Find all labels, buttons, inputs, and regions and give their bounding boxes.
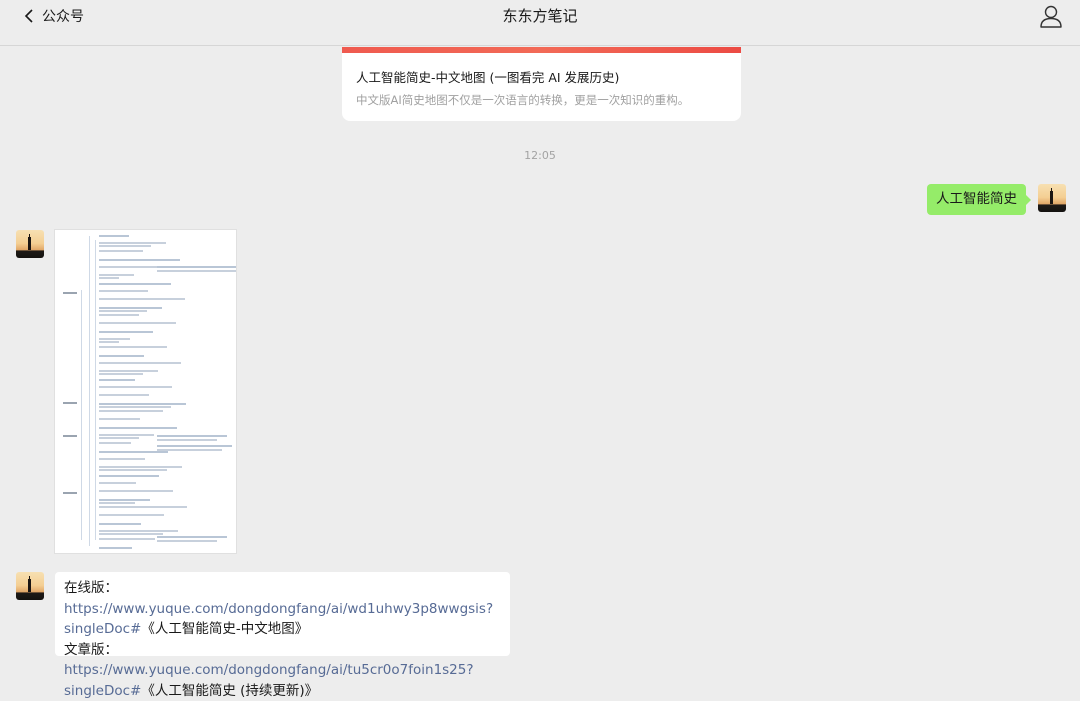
person-icon (1038, 3, 1064, 29)
online-doc-title: 《人工智能简史-中文地图》 (141, 621, 308, 637)
sender-avatar[interactable] (16, 230, 44, 258)
mindmap-node (99, 341, 119, 343)
mindmap-node (99, 437, 139, 439)
mindmap-node (99, 490, 173, 492)
mindmap-node (99, 362, 181, 364)
mindmap-note (157, 540, 217, 542)
mindmap-branch-line (95, 240, 96, 540)
mindmap-node (99, 506, 187, 508)
mindmap-node (99, 277, 119, 279)
article-title: 人工智能简史-中文地图 (一图看完 AI 发展历史) (356, 67, 619, 86)
mindmap-node (99, 523, 141, 525)
mindmap-node (99, 283, 171, 285)
profile-button[interactable] (1038, 3, 1064, 33)
mindmap-node (99, 458, 145, 460)
mindmap-branch-line (89, 236, 90, 546)
mindmap-node (99, 338, 130, 340)
mindmap-node (99, 245, 151, 247)
mindmap-node (99, 466, 182, 468)
article-description: 中文版AI简史地图不仅是一次语言的转换，更是一次知识的重构。 (356, 92, 689, 108)
mindmap-node (99, 370, 158, 372)
mindmap-node (99, 373, 143, 375)
mindmap-node (99, 386, 172, 388)
article-url-link-cont[interactable]: singleDoc# (64, 683, 141, 699)
mindmap-node (99, 307, 162, 309)
mindmap-node (99, 266, 157, 268)
mindmap-root-label (63, 402, 77, 404)
mindmap-note (157, 445, 232, 447)
mindmap-note (157, 439, 217, 441)
article-doc-title: 《人工智能简史 (持续更新)》 (141, 683, 318, 699)
mindmap-node (99, 310, 147, 312)
mindmap-node (99, 259, 180, 261)
online-version-line-2: singleDoc#《人工智能简史-中文地图》 (64, 619, 501, 640)
mindmap-node (99, 538, 155, 540)
article-url-link[interactable]: https://www.yuque.com/dongdongfang/ai/tu… (64, 662, 474, 678)
outgoing-message-bubble[interactable]: 人工智能简史 (927, 184, 1026, 215)
chat-title: 东东方笔记 (0, 5, 1080, 27)
mindmap-node (99, 482, 136, 484)
mindmap-root-label (63, 492, 77, 494)
mindmap-node (99, 514, 164, 516)
mindmap-root-label (63, 292, 77, 294)
article-version-line: 文章版： https://www.yuque.com/dongdongfang/a… (64, 640, 501, 681)
article-cover-strip (342, 47, 741, 53)
mindmap-node (99, 469, 167, 471)
mindmap-node (99, 418, 140, 420)
mindmap-node (99, 502, 135, 504)
mindmap-node (99, 322, 176, 324)
mindmap-node (99, 394, 149, 396)
mindmap-node (99, 379, 135, 381)
mindmap-node (99, 533, 163, 535)
mindmap-node (99, 298, 185, 300)
mindmap-node (99, 346, 167, 348)
mindmap-node (99, 451, 168, 453)
mindmap-node (99, 274, 134, 276)
mindmap-node (99, 475, 159, 477)
online-label: 在线版： (64, 580, 118, 596)
mindmap-node (99, 427, 177, 429)
mindmap-note (157, 270, 236, 272)
article-card[interactable]: 人工智能简史-中文地图 (一图看完 AI 发展历史) 中文版AI简史地图不仅是一… (342, 47, 741, 121)
mindmap-node (99, 406, 171, 408)
mindmap-node (99, 499, 150, 501)
chat-header: 公众号 东东方笔记 (0, 0, 1080, 46)
mindmap-node (99, 547, 132, 549)
mindmap-node (99, 250, 143, 252)
mindmap-note (157, 536, 227, 538)
message-timestamp: 12:05 (0, 149, 1080, 162)
article-label: 文章版： (64, 642, 118, 658)
mindmap-node (99, 235, 129, 237)
mindmap-node (99, 314, 139, 316)
online-url-link[interactable]: https://www.yuque.com/dongdongfang/ai/wd… (64, 601, 493, 617)
mindmap-note (157, 449, 222, 451)
sender-avatar[interactable] (16, 572, 44, 600)
mindmap-node (99, 410, 163, 412)
mindmap-node (99, 530, 178, 532)
mindmap-node (99, 403, 186, 405)
links-message-bubble: 在线版： https://www.yuque.com/dongdongfang/a… (55, 572, 510, 656)
my-avatar[interactable] (1038, 184, 1066, 212)
mindmap-node (99, 242, 166, 244)
image-message[interactable] (55, 230, 236, 553)
mindmap-branch-line (81, 290, 82, 540)
mindmap-note (157, 435, 227, 437)
mindmap-node (99, 442, 131, 444)
mindmap-node (99, 434, 154, 436)
online-version-line: 在线版： https://www.yuque.com/dongdongfang/a… (64, 578, 501, 619)
article-version-line-2: singleDoc#《人工智能简史 (持续更新)》 (64, 681, 501, 701)
mindmap-root-label (63, 435, 77, 437)
mindmap-node (99, 290, 148, 292)
online-url-link-cont[interactable]: singleDoc# (64, 621, 141, 637)
mindmap-note (157, 266, 236, 268)
mindmap-node (99, 331, 153, 333)
mindmap-node (99, 355, 144, 357)
